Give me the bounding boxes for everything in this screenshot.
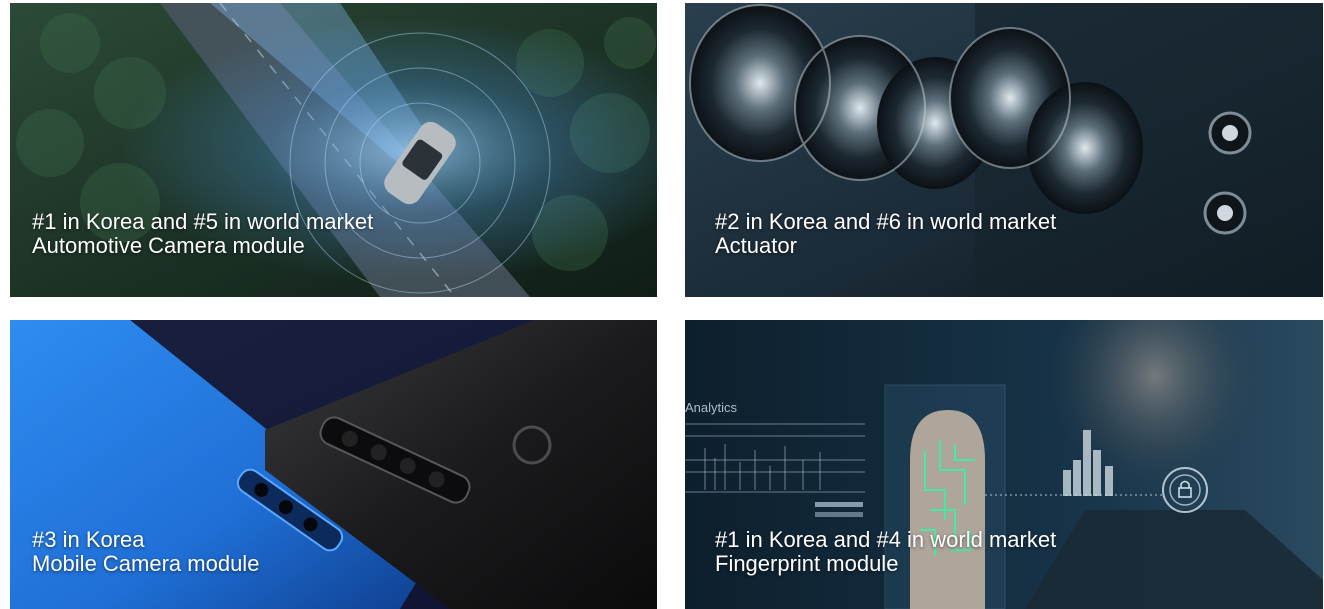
panel-automotive-camera[interactable]: #1 in Korea and #5 in world market Autom… [10,3,657,297]
panel-mobile-camera[interactable]: #3 in Korea Mobile Camera module [10,320,657,609]
caption-line-product: Mobile Camera module [32,551,260,576]
caption-mobile: #3 in Korea Mobile Camera module [32,528,259,576]
caption-line-product: Fingerprint module [715,551,899,576]
caption-actuator: #2 in Korea and #6 in world market Actua… [715,210,1056,258]
analytics-label: Analytics [685,400,738,415]
caption-line-rank: #3 in Korea [32,527,145,552]
panel-actuator[interactable]: #2 in Korea and #6 in world market Actua… [685,3,1323,297]
caption-automotive: #1 in Korea and #5 in world market Autom… [32,210,373,258]
caption-fingerprint: #1 in Korea and #4 in world market Finge… [715,528,1056,576]
caption-line-rank: #1 in Korea and #5 in world market [32,209,374,234]
product-grid: #1 in Korea and #5 in world market Autom… [0,0,1324,609]
caption-line-product: Actuator [715,233,797,258]
caption-line-rank: #2 in Korea and #6 in world market [715,209,1057,234]
panel-fingerprint[interactable]: Analytics #1 in Korea and #4 in world ma… [685,320,1323,609]
caption-line-rank: #1 in Korea and #4 in world market [715,527,1057,552]
caption-line-product: Automotive Camera module [32,233,305,258]
